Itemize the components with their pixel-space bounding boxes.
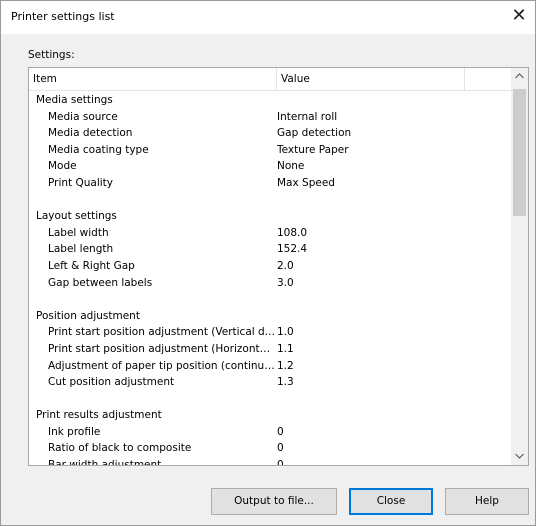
item-value: 1.3 bbox=[277, 376, 294, 389]
list-item[interactable]: Ink profile 0 bbox=[29, 424, 513, 441]
item-label: Left & Right Gap bbox=[48, 259, 135, 272]
list-item[interactable]: Left & Right Gap 2.0 bbox=[29, 258, 513, 275]
item-label: Media detection bbox=[48, 127, 133, 140]
list-item[interactable]: Print Quality Max Speed bbox=[29, 175, 513, 192]
item-value: 108.0 bbox=[277, 226, 308, 239]
item-label: Print start position adjustment (Vertica… bbox=[48, 326, 276, 339]
item-label: Print Quality bbox=[48, 176, 114, 189]
item-label: Gap between labels bbox=[48, 276, 153, 289]
section-title: Print results adjustment bbox=[36, 409, 162, 422]
section-row-layout-settings[interactable]: Layout settings bbox=[29, 208, 513, 225]
section-title: Layout settings bbox=[36, 210, 117, 223]
list-item[interactable]: Adjustment of paper tip position (contin… bbox=[29, 358, 513, 375]
section-row-print-results-adjustment[interactable]: Print results adjustment bbox=[29, 407, 513, 424]
item-value: Max Speed bbox=[277, 176, 335, 189]
list-item[interactable]: Media source Internal roll bbox=[29, 109, 513, 126]
chevron-down-icon[interactable] bbox=[511, 448, 528, 465]
item-value: 2.0 bbox=[277, 259, 294, 272]
list-rows: Media settings Media source Internal roll… bbox=[29, 92, 513, 466]
printer-settings-dialog: Printer settings list ✕ Settings: Item V… bbox=[0, 0, 536, 526]
help-button[interactable]: Help bbox=[445, 488, 529, 515]
close-button[interactable]: Close bbox=[349, 488, 433, 515]
item-value: Texture Paper bbox=[277, 143, 349, 156]
item-value: None bbox=[277, 160, 305, 173]
item-label: Bar width adjustment bbox=[48, 459, 162, 466]
item-value: 0 bbox=[277, 459, 284, 466]
output-to-file-button[interactable]: Output to file... bbox=[211, 488, 337, 515]
list-header: Item Value bbox=[29, 68, 513, 91]
column-header-empty bbox=[465, 68, 513, 90]
column-header-item[interactable]: Item bbox=[29, 68, 277, 90]
item-value: 152.4 bbox=[277, 243, 308, 256]
window-title: Printer settings list bbox=[11, 10, 115, 23]
column-header-value[interactable]: Value bbox=[277, 68, 465, 90]
item-label: Print start position adjustment (Horizon… bbox=[48, 342, 276, 355]
item-value: 1.1 bbox=[277, 342, 294, 355]
list-item[interactable]: Gap between labels 3.0 bbox=[29, 275, 513, 292]
section-row-media-settings[interactable]: Media settings bbox=[29, 92, 513, 109]
item-value: 0 bbox=[277, 442, 284, 455]
item-value: Gap detection bbox=[277, 127, 352, 140]
list-item[interactable]: Cut position adjustment 1.3 bbox=[29, 374, 513, 391]
item-label: Cut position adjustment bbox=[48, 376, 175, 389]
list-item[interactable]: Ratio of black to composite 0 bbox=[29, 440, 513, 457]
list-item[interactable]: Media detection Gap detection bbox=[29, 125, 513, 142]
item-value: 3.0 bbox=[277, 276, 294, 289]
close-icon[interactable]: ✕ bbox=[507, 5, 531, 29]
section-title: Media settings bbox=[36, 94, 113, 106]
item-value: Internal roll bbox=[277, 110, 338, 123]
item-label: Media source bbox=[48, 110, 118, 123]
title-bar: Printer settings list ✕ bbox=[1, 1, 535, 34]
item-label: Adjustment of paper tip position (contin… bbox=[48, 359, 276, 372]
item-value: 1.0 bbox=[277, 326, 294, 339]
item-label: Media coating type bbox=[48, 143, 149, 156]
item-label: Mode bbox=[48, 160, 77, 173]
item-value: 1.2 bbox=[277, 359, 294, 372]
item-label: Label width bbox=[48, 226, 109, 239]
settings-label: Settings: bbox=[28, 49, 75, 61]
item-value: 0 bbox=[277, 425, 284, 438]
list-item[interactable]: Media coating type Texture Paper bbox=[29, 142, 513, 159]
section-title: Position adjustment bbox=[36, 309, 140, 322]
list-item[interactable]: Print start position adjustment (Vertica… bbox=[29, 324, 513, 341]
chevron-up-icon[interactable] bbox=[511, 68, 528, 85]
list-item[interactable]: Label length 152.4 bbox=[29, 241, 513, 258]
list-item[interactable]: Bar width adjustment 0 bbox=[29, 457, 513, 466]
scrollbar-thumb[interactable] bbox=[513, 89, 526, 216]
list-item[interactable]: Label width 108.0 bbox=[29, 225, 513, 242]
item-label: Ratio of black to composite bbox=[48, 442, 192, 455]
section-row-position-adjustment[interactable]: Position adjustment bbox=[29, 308, 513, 325]
list-item[interactable]: Mode None bbox=[29, 158, 513, 175]
list-item[interactable]: Print start position adjustment (Horizon… bbox=[29, 341, 513, 358]
item-label: Label length bbox=[48, 243, 114, 256]
item-label: Ink profile bbox=[48, 425, 101, 438]
settings-list[interactable]: Item Value Media settings Media source In… bbox=[28, 67, 529, 466]
vertical-scrollbar[interactable] bbox=[511, 68, 528, 465]
